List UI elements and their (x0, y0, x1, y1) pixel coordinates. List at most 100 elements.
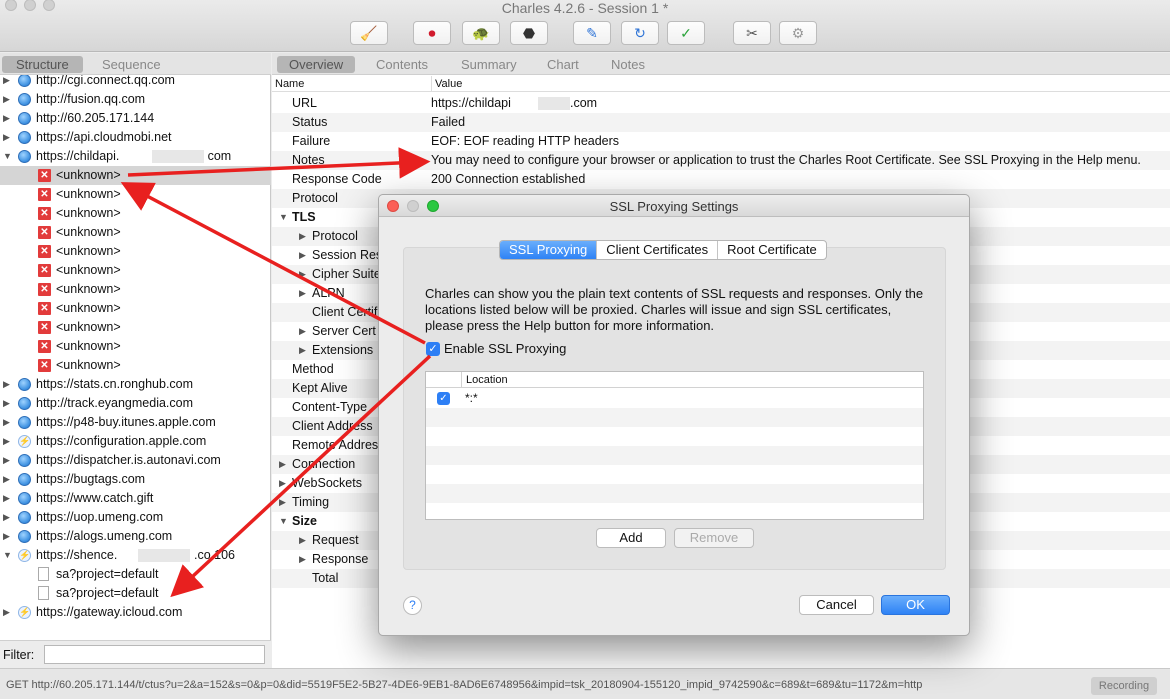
enable-ssl-checkbox[interactable]: ✓ (426, 342, 440, 356)
location-row[interactable]: ✓ *:* (426, 389, 923, 408)
tree-item-label: https://api.cloudmobi.net (36, 130, 172, 144)
tree-item[interactable]: ▶ http://track.eyangmedia.com (0, 394, 271, 413)
disclosure-closed-icon[interactable]: ▶ (299, 265, 306, 284)
overview-row[interactable]: Notes You may need to configure your brow… (272, 151, 1170, 170)
tree-item[interactable]: ✕ <unknown> (0, 166, 271, 185)
disclosure-closed-icon[interactable]: ▶ (299, 322, 306, 341)
ok-button[interactable]: OK (881, 595, 950, 615)
settings-button[interactable]: ⚙ (779, 21, 817, 45)
compose-button[interactable]: ✎ (573, 21, 611, 45)
disclosure-closed-icon[interactable]: ▶ (3, 413, 13, 432)
disclosure-closed-icon[interactable]: ▶ (3, 527, 13, 546)
tab-summary[interactable]: Summary (449, 56, 529, 73)
disclosure-closed-icon[interactable]: ▶ (299, 531, 306, 550)
tree-item[interactable]: ▼ ⚡ https://shence. .co 106 (0, 546, 271, 565)
location-column-header[interactable]: Location (461, 372, 508, 388)
tree-item[interactable]: ▶ https://bugtags.com (0, 470, 271, 489)
column-value-header[interactable]: Value (431, 76, 462, 92)
tree-item[interactable]: ▶ https://p48-buy.itunes.apple.com (0, 413, 271, 432)
tree-item[interactable]: ▶ ⚡ https://configuration.apple.com (0, 432, 271, 451)
broom-icon: 🧹 (360, 24, 378, 41)
disclosure-closed-icon[interactable]: ▶ (279, 493, 286, 512)
overview-row[interactable]: Status Failed (272, 113, 1170, 132)
disclosure-closed-icon[interactable]: ▶ (3, 451, 13, 470)
tree-item[interactable]: ✕ <unknown> (0, 185, 271, 204)
disclosure-closed-icon[interactable]: ▶ (3, 432, 13, 451)
tree-item[interactable]: ✕ <unknown> (0, 280, 271, 299)
location-enabled-checkbox[interactable]: ✓ (437, 392, 450, 405)
tree-item[interactable]: ▶ http://cgi.connect.qq.com (0, 75, 271, 90)
tree-item[interactable]: ✕ <unknown> (0, 204, 271, 223)
remove-button[interactable]: Remove (674, 528, 754, 548)
disclosure-closed-icon[interactable]: ▶ (3, 470, 13, 489)
broom-button[interactable]: 🧹 (350, 21, 388, 45)
disclosure-closed-icon[interactable]: ▶ (3, 109, 13, 128)
disclosure-closed-icon[interactable]: ▶ (299, 550, 306, 569)
tab-root-certificate[interactable]: Root Certificate (718, 241, 826, 259)
tab-ssl-proxying[interactable]: SSL Proxying (500, 241, 598, 259)
record-button[interactable]: ⏺ (413, 21, 451, 45)
help-button[interactable]: ? (403, 596, 422, 615)
tree-item[interactable]: ▶ https://uop.umeng.com (0, 508, 271, 527)
tree-item[interactable]: ▶ https://www.catch.gift (0, 489, 271, 508)
overview-row[interactable]: URL https://childapi .com (272, 94, 1170, 113)
tab-notes[interactable]: Notes (599, 56, 657, 73)
overview-row[interactable]: Failure EOF: EOF reading HTTP headers (272, 132, 1170, 151)
disclosure-closed-icon[interactable]: ▶ (299, 227, 306, 246)
tree-item[interactable]: ▶ https://alogs.umeng.com (0, 527, 271, 546)
repeat-button[interactable]: ↻ (621, 21, 659, 45)
disclosure-closed-icon[interactable]: ▶ (299, 284, 306, 303)
breakpoints-button[interactable]: ⬣ (510, 21, 548, 45)
column-name-header[interactable]: Name (275, 76, 304, 92)
disclosure-open-icon[interactable]: ▼ (279, 208, 288, 227)
disclosure-closed-icon[interactable]: ▶ (3, 128, 13, 147)
property-name: Notes (292, 153, 325, 167)
tree-item[interactable]: ▶ http://fusion.qq.com (0, 90, 271, 109)
tree-item[interactable]: sa?project=default (0, 584, 271, 603)
disclosure-closed-icon[interactable]: ▶ (279, 455, 286, 474)
status-text: GET http://60.205.171.144/t/ctus?u=2&a=1… (6, 679, 923, 691)
disclosure-closed-icon[interactable]: ▶ (3, 75, 13, 90)
disclosure-open-icon[interactable]: ▼ (3, 147, 13, 166)
disclosure-closed-icon[interactable]: ▶ (3, 603, 13, 622)
tree-item[interactable]: ▶ https://dispatcher.is.autonavi.com (0, 451, 271, 470)
tree-item[interactable]: ✕ <unknown> (0, 318, 271, 337)
tools-button[interactable]: ✂ (733, 21, 771, 45)
tab-client-certificates[interactable]: Client Certificates (597, 241, 719, 259)
tab-contents[interactable]: Contents (364, 56, 440, 73)
tree-item[interactable]: ✕ <unknown> (0, 337, 271, 356)
disclosure-closed-icon[interactable]: ▶ (299, 246, 306, 265)
disclosure-closed-icon[interactable]: ▶ (3, 90, 13, 109)
throttle-button[interactable]: 🐢 (462, 21, 500, 45)
tree-item[interactable]: ✕ <unknown> (0, 299, 271, 318)
structure-tab[interactable]: Structure (2, 56, 83, 73)
disclosure-closed-icon[interactable]: ▶ (279, 474, 286, 493)
tree-item[interactable]: ✕ <unknown> (0, 242, 271, 261)
tree-item[interactable]: ✕ <unknown> (0, 261, 271, 280)
sequence-tab[interactable]: Sequence (88, 56, 175, 73)
tree-item[interactable]: ✕ <unknown> (0, 356, 271, 375)
tree-item[interactable]: ▶ http://60.205.171.144 (0, 109, 271, 128)
cancel-button[interactable]: Cancel (799, 595, 874, 615)
overview-row[interactable]: Response Code 200 Connection established (272, 170, 1170, 189)
tree-item[interactable]: sa?project=default (0, 565, 271, 584)
tree-item[interactable]: ▶ https://api.cloudmobi.net (0, 128, 271, 147)
tree-item[interactable]: ▶ ⚡ https://gateway.icloud.com (0, 603, 271, 622)
tree-item[interactable]: ▼ https://childapi. com (0, 147, 271, 166)
disclosure-closed-icon[interactable]: ▶ (299, 341, 306, 360)
validate-button[interactable]: ✓ (667, 21, 705, 45)
disclosure-closed-icon[interactable]: ▶ (3, 394, 13, 413)
disclosure-closed-icon[interactable]: ▶ (3, 508, 13, 527)
tab-chart[interactable]: Chart (535, 56, 591, 73)
filter-input[interactable] (44, 645, 265, 664)
disclosure-closed-icon[interactable]: ▶ (3, 375, 13, 394)
recording-button[interactable]: Recording (1091, 677, 1157, 695)
disclosure-open-icon[interactable]: ▼ (279, 512, 288, 531)
enable-ssl-label[interactable]: Enable SSL Proxying (444, 341, 566, 356)
disclosure-open-icon[interactable]: ▼ (3, 546, 13, 565)
tree-item[interactable]: ✕ <unknown> (0, 223, 271, 242)
tree-item[interactable]: ▶ https://stats.cn.ronghub.com (0, 375, 271, 394)
tab-overview[interactable]: Overview (277, 56, 356, 73)
add-button[interactable]: Add (596, 528, 666, 548)
disclosure-closed-icon[interactable]: ▶ (3, 489, 13, 508)
